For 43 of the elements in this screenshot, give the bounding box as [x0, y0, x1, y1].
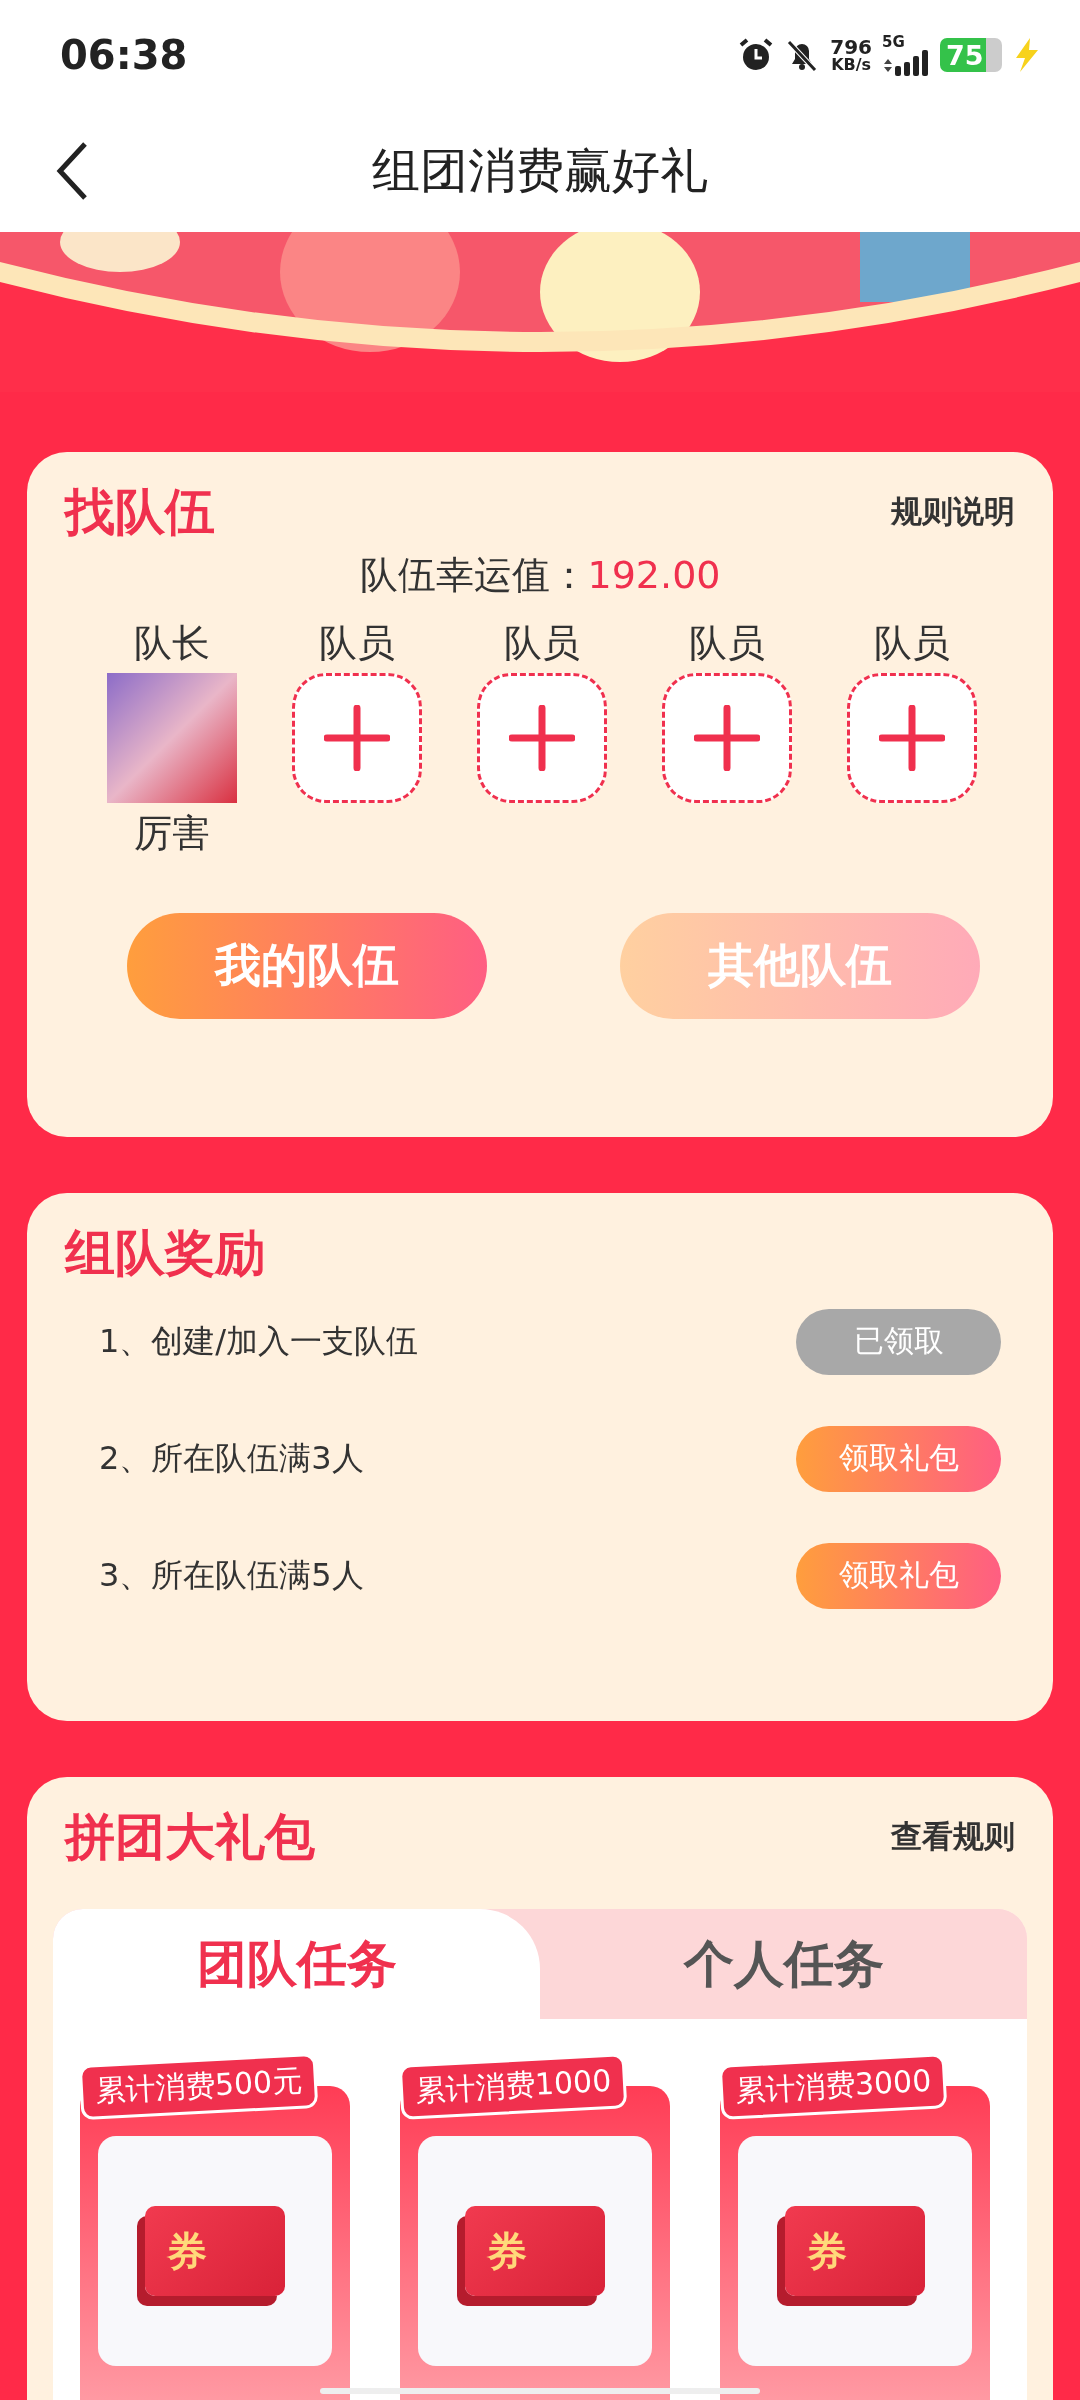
- claim-button[interactable]: 领取礼包: [796, 1542, 1001, 1609]
- claim-button[interactable]: 已领取: [796, 1308, 1001, 1375]
- section-title: 组队奖励: [65, 1222, 265, 1284]
- section-title: 找队伍: [65, 481, 215, 543]
- signal-icon: [882, 49, 930, 76]
- spend-threshold-tag: 累计消费3000: [718, 2053, 948, 2120]
- plus-icon: [324, 705, 390, 771]
- member-role: 队员: [504, 620, 580, 667]
- battery-percent: 75: [946, 39, 984, 71]
- coupon-glyph: 券: [167, 2226, 207, 2276]
- spend-threshold-tag: 累计消费1000: [398, 2053, 628, 2120]
- rules-link[interactable]: 查看规则: [891, 1816, 1015, 1858]
- add-member-button[interactable]: [847, 673, 977, 803]
- member-name: 厉害: [134, 810, 210, 857]
- member-role: 队员: [319, 620, 395, 667]
- add-member-button[interactable]: [292, 673, 422, 803]
- member-role: 队长: [134, 620, 210, 667]
- alarm-clock-icon: [738, 37, 775, 73]
- back-icon[interactable]: [55, 141, 89, 201]
- member-role: 队员: [689, 620, 765, 667]
- reward-task-text: 2、所在队伍满3人: [99, 1437, 364, 1479]
- reward-task-text: 1、创建/加入一支队伍: [99, 1320, 419, 1362]
- member-role: 队员: [874, 620, 950, 667]
- team-button[interactable]: 我的队伍: [127, 913, 487, 1019]
- section-title: 拼团大礼包: [65, 1806, 315, 1868]
- coupon-glyph: 券: [487, 2226, 527, 2276]
- task-tab[interactable]: 团队任务: [53, 1909, 540, 2019]
- plus-icon: [694, 705, 760, 771]
- status-time: 06:38: [60, 32, 188, 78]
- network-speed-unit: KB/s: [831, 57, 872, 73]
- reward-task-text: 3、所在队伍满5人: [99, 1554, 364, 1596]
- add-member-button[interactable]: [662, 673, 792, 803]
- plus-icon: [879, 705, 945, 771]
- claim-button[interactable]: 领取礼包: [796, 1425, 1001, 1492]
- network-type: 5G: [882, 34, 905, 50]
- network-speed: 796: [830, 37, 872, 57]
- plus-icon: [509, 705, 575, 771]
- page-title: 组团消费赢好礼: [372, 141, 708, 200]
- add-member-button[interactable]: [477, 673, 607, 803]
- lucky-value-text: 队伍幸运值：192.00: [359, 552, 721, 599]
- coupon-glyph: 券: [807, 2226, 847, 2276]
- rules-link[interactable]: 规则说明: [891, 491, 1015, 533]
- team-button[interactable]: 其他队伍: [620, 913, 980, 1019]
